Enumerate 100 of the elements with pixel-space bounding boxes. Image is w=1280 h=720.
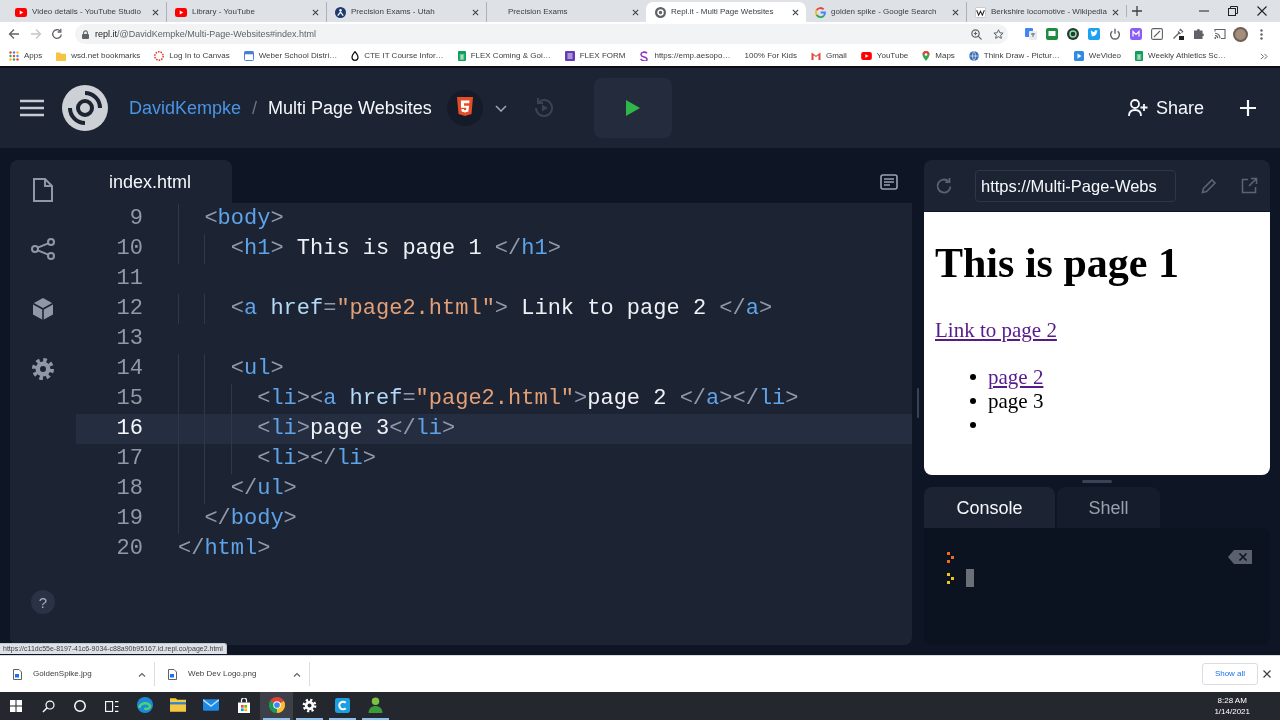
bookmark[interactable]: Gmail: [810, 51, 847, 61]
address-field[interactable]: repl.it/@DavidKempke/Multi-Page-Websites#index.html: [75, 24, 1008, 44]
translate-icon[interactable]: [1024, 28, 1037, 40]
start-icon[interactable]: [10, 700, 22, 712]
bird-icon[interactable]: [1087, 28, 1100, 40]
bookmark[interactable]: Weber School Distri…: [243, 51, 338, 61]
screen-tile-icon[interactable]: [1045, 28, 1058, 40]
close-icon[interactable]: [1112, 8, 1120, 16]
bookmark[interactable]: FLEX Coming & Goi…: [457, 51, 551, 61]
clear-icon[interactable]: [1228, 550, 1252, 564]
bookmark[interactable]: https://emp.aesopo…: [639, 51, 731, 61]
caret-icon[interactable]: [293, 671, 301, 677]
external-link-icon[interactable]: [1240, 176, 1258, 195]
ring-icon[interactable]: [1066, 28, 1079, 40]
panel-icon[interactable]: [880, 173, 898, 190]
play-icon: [15, 7, 27, 17]
help-button[interactable]: ?: [31, 590, 55, 614]
bookmark[interactable]: Maps: [922, 51, 955, 61]
close-icon[interactable]: [1256, 6, 1267, 16]
minimize-icon[interactable]: [1198, 10, 1209, 12]
map-pin-icon: [922, 51, 931, 61]
apps-grid-icon: [9, 51, 19, 61]
reload-icon[interactable]: [935, 176, 953, 195]
close-icon[interactable]: [632, 8, 639, 16]
file-tab[interactable]: index.html: [76, 160, 232, 203]
list-link[interactable]: page 2: [988, 365, 1044, 389]
bookmark[interactable]: Log In to Canvas: [154, 51, 230, 61]
resize-handle[interactable]: [917, 387, 919, 418]
html5-icon: [446, 90, 483, 126]
swirl-logo-icon[interactable]: [62, 85, 108, 131]
file-icon: [168, 668, 177, 680]
avatar-icon[interactable]: [1233, 26, 1248, 42]
play-icon: [625, 100, 640, 116]
close-icon[interactable]: [152, 8, 159, 16]
share-button[interactable]: Share: [1127, 97, 1204, 119]
preview-url-field[interactable]: https://Multi-Page-Webs: [975, 169, 1176, 202]
settings-icon: [302, 697, 317, 713]
bookmark[interactable]: 100% For Kids: [744, 51, 797, 61]
new-tab-icon[interactable]: [1132, 6, 1142, 16]
power-icon[interactable]: [1108, 28, 1121, 40]
bookmark[interactable]: WeVideo: [1073, 51, 1122, 61]
owner-link[interactable]: DavidKempke: [129, 97, 242, 119]
breadcrumb-separator: /: [252, 97, 258, 119]
browser-tab[interactable]: Video details - YouTube Studio: [6, 2, 166, 22]
bookmark[interactable]: wsd.net bookmarks: [56, 51, 141, 61]
bookmark[interactable]: YouTube: [860, 51, 909, 61]
line-number: 13: [116, 325, 143, 353]
console-tab[interactable]: Shell: [1057, 487, 1160, 528]
puzzle-icon[interactable]: [1192, 28, 1205, 40]
more-icon[interactable]: [1260, 28, 1263, 40]
code-line: <li>page 3</li>: [257, 415, 456, 443]
run-button[interactable]: [593, 78, 672, 138]
bookmark[interactable]: Apps: [9, 51, 43, 61]
download-item[interactable]: Web Dev Logo.png: [155, 656, 309, 692]
star-icon[interactable]: [993, 28, 1004, 40]
close-icon[interactable]: [1263, 670, 1271, 678]
line-number: 19: [116, 505, 143, 533]
menu-icon[interactable]: [20, 99, 44, 117]
browser-tab[interactable]: golden spike - Google Search: [806, 2, 966, 22]
repl-name[interactable]: Multi Page Websites: [268, 97, 432, 119]
preview-link[interactable]: Link to page 2: [935, 318, 1057, 342]
code-line: <body>: [204, 205, 284, 233]
clock-time: 8:28 AM: [1217, 695, 1247, 706]
file-icon[interactable]: [33, 178, 53, 202]
show-all-button[interactable]: Show all: [1202, 663, 1258, 685]
file-icon: [13, 668, 22, 680]
m-tile-icon[interactable]: [1129, 28, 1142, 40]
zoom-icon[interactable]: [971, 28, 982, 40]
swirl-icon: [136, 697, 153, 713]
close-icon[interactable]: [952, 8, 959, 16]
restore-icon[interactable]: [1227, 6, 1238, 16]
close-icon[interactable]: [472, 8, 479, 16]
caret-icon[interactable]: [494, 104, 507, 112]
bookmark[interactable]: Weekly Athletics Sc…: [1135, 51, 1226, 61]
bookmark[interactable]: FLEX FORM: [564, 51, 626, 61]
task-view-icon[interactable]: [105, 700, 119, 712]
bookmark[interactable]: Think Draw - Pictur…: [968, 51, 1060, 61]
search-icon[interactable]: [41, 699, 55, 713]
back-icon[interactable]: [8, 28, 20, 40]
caret-icon[interactable]: [138, 671, 146, 677]
pencil-icon[interactable]: [1200, 176, 1218, 195]
line-number: 12: [116, 295, 143, 323]
bookmark[interactable]: CTE IT Course Infor…: [351, 51, 444, 61]
resize-handle[interactable]: [1082, 479, 1112, 483]
cube-icon[interactable]: [32, 297, 54, 321]
taskbar-button[interactable]: [260, 692, 293, 720]
circle-icon[interactable]: [74, 700, 86, 712]
nodes-icon[interactable]: [31, 238, 55, 260]
chevrons-icon[interactable]: [1260, 52, 1268, 60]
chart-icon[interactable]: [1150, 28, 1163, 40]
browser-tab[interactable]: Repl.it - Multi Page Websites: [646, 2, 806, 22]
console-tab[interactable]: Console: [924, 487, 1055, 528]
add-icon[interactable]: [1240, 100, 1256, 116]
eyedropper-icon[interactable]: [1171, 28, 1184, 40]
close-icon[interactable]: [792, 8, 799, 16]
close-icon[interactable]: [312, 8, 319, 16]
download-item[interactable]: GoldenSpike.jpg: [0, 656, 154, 692]
reload-icon[interactable]: [51, 28, 63, 40]
settings-icon[interactable]: [31, 357, 55, 381]
cast-icon[interactable]: [1213, 28, 1226, 40]
